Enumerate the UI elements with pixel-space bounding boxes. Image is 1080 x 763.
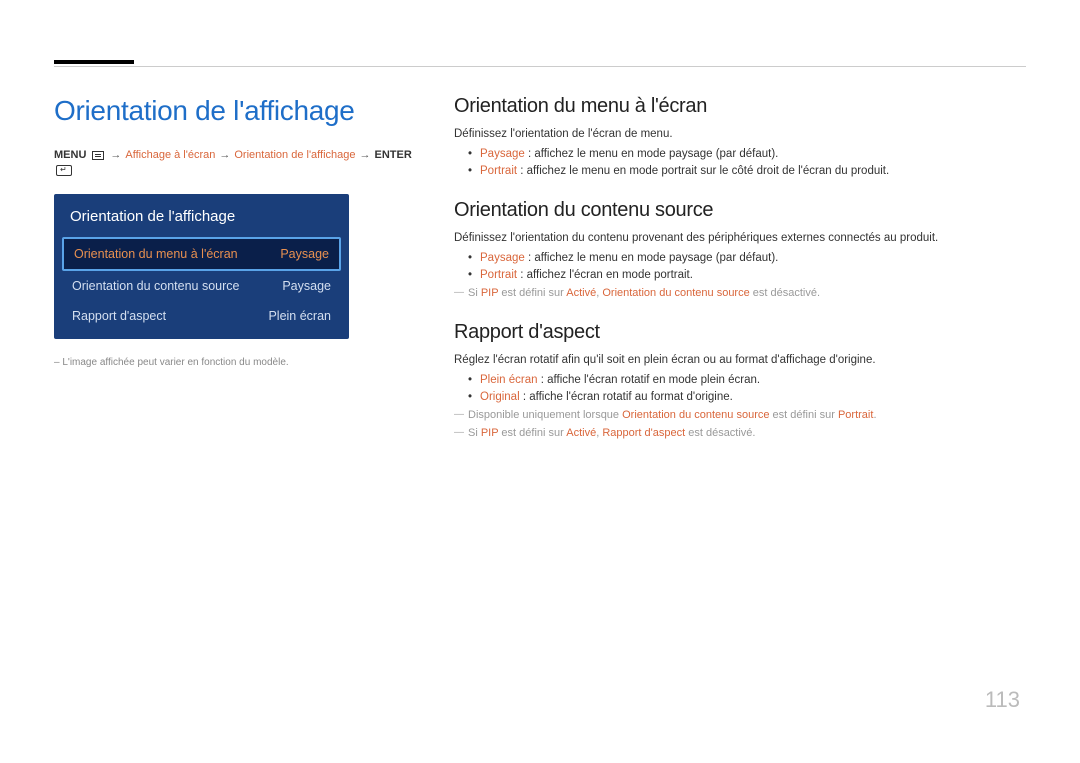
note-key: Rapport d'aspect bbox=[602, 427, 685, 439]
breadcrumb-arrow: → bbox=[110, 149, 121, 161]
osd-row-label: Rapport d'aspect bbox=[72, 309, 268, 323]
note-key: Portrait bbox=[838, 409, 873, 421]
breadcrumb-enter-label: ENTER bbox=[375, 149, 412, 161]
option-list: Paysage : affichez le menu en mode paysa… bbox=[454, 252, 1026, 281]
option-key: Paysage bbox=[480, 148, 525, 160]
option-text: : affichez l'écran en mode portrait. bbox=[517, 269, 693, 281]
section-title: Orientation du contenu source bbox=[454, 199, 1026, 222]
option-list: Paysage : affichez le menu en mode paysa… bbox=[454, 148, 1026, 177]
option-text: : affichez le menu en mode paysage (par … bbox=[525, 252, 779, 264]
osd-row-label: Orientation du menu à l'écran bbox=[74, 247, 280, 261]
option-item: Original : affiche l'écran rotatif au fo… bbox=[454, 391, 1026, 403]
header-accent-bar bbox=[54, 60, 134, 64]
osd-row-value: Paysage bbox=[280, 247, 329, 261]
note-text: . bbox=[873, 409, 876, 421]
osd-panel-title: Orientation de l'affichage bbox=[62, 202, 341, 237]
section-description: Réglez l'écran rotatif afin qu'il soit e… bbox=[454, 354, 1026, 366]
note-key: PIP bbox=[481, 427, 499, 439]
option-key: Portrait bbox=[480, 269, 517, 281]
osd-row-value: Paysage bbox=[282, 279, 331, 293]
breadcrumb-step-1: Affichage à l'écran bbox=[125, 149, 215, 161]
menu-icon bbox=[92, 151, 104, 160]
option-item: Paysage : affichez le menu en mode paysa… bbox=[454, 148, 1026, 160]
option-item: Portrait : affichez l'écran en mode port… bbox=[454, 269, 1026, 281]
note-text: est défini sur bbox=[498, 287, 566, 299]
page-content: Orientation de l'affichage MENU → Affich… bbox=[54, 95, 1026, 461]
osd-row-label: Orientation du contenu source bbox=[72, 279, 282, 293]
breadcrumb-menu-label: MENU bbox=[54, 149, 86, 161]
osd-row-selected[interactable]: Orientation du menu à l'écran Paysage bbox=[62, 237, 341, 271]
note-text: Si bbox=[468, 287, 481, 299]
enter-icon bbox=[56, 165, 72, 176]
note-key: Activé bbox=[566, 287, 596, 299]
note-text: Si bbox=[468, 427, 481, 439]
note-key: Activé bbox=[566, 427, 596, 439]
option-item: Paysage : affichez le menu en mode paysa… bbox=[454, 252, 1026, 264]
option-item: Plein écran : affiche l'écran rotatif en… bbox=[454, 374, 1026, 386]
osd-row-value: Plein écran bbox=[268, 309, 331, 323]
note-key: PIP bbox=[481, 287, 499, 299]
left-column: Orientation de l'affichage MENU → Affich… bbox=[54, 95, 414, 461]
note: Si PIP est défini sur Activé, Orientatio… bbox=[454, 287, 1026, 299]
section-description: Définissez l'orientation de l'écran de m… bbox=[454, 128, 1026, 140]
option-text: : affichez le menu en mode portrait sur … bbox=[517, 165, 889, 177]
osd-row[interactable]: Rapport d'aspect Plein écran bbox=[62, 301, 341, 331]
option-key: Paysage bbox=[480, 252, 525, 264]
note-text: est défini sur bbox=[769, 409, 837, 421]
option-key: Original bbox=[480, 391, 520, 403]
note: Si PIP est défini sur Activé, Rapport d'… bbox=[454, 427, 1026, 439]
breadcrumb-arrow: → bbox=[219, 149, 230, 161]
option-key: Portrait bbox=[480, 165, 517, 177]
note-text: Disponible uniquement lorsque bbox=[468, 409, 622, 421]
page-title: Orientation de l'affichage bbox=[54, 95, 414, 127]
note-text: est désactivé. bbox=[685, 427, 755, 439]
section-aspect-ratio: Rapport d'aspect Réglez l'écran rotatif … bbox=[454, 321, 1026, 439]
section-orientation-menu: Orientation du menu à l'écran Définissez… bbox=[454, 95, 1026, 177]
option-text: : affiche l'écran rotatif en mode plein … bbox=[538, 374, 761, 386]
option-text: : affiche l'écran rotatif au format d'or… bbox=[520, 391, 733, 403]
right-column: Orientation du menu à l'écran Définissez… bbox=[454, 95, 1026, 461]
note-key: Orientation du contenu source bbox=[622, 409, 769, 421]
option-item: Portrait : affichez le menu en mode port… bbox=[454, 165, 1026, 177]
breadcrumb-arrow: → bbox=[360, 149, 371, 161]
breadcrumb: MENU → Affichage à l'écran → Orientation… bbox=[54, 149, 414, 176]
page-number: 113 bbox=[985, 687, 1020, 713]
section-title: Orientation du menu à l'écran bbox=[454, 95, 1026, 118]
header-divider bbox=[54, 66, 1026, 67]
osd-row[interactable]: Orientation du contenu source Paysage bbox=[62, 271, 341, 301]
note-text: est désactivé. bbox=[750, 287, 820, 299]
option-list: Plein écran : affiche l'écran rotatif en… bbox=[454, 374, 1026, 403]
note: Disponible uniquement lorsque Orientatio… bbox=[454, 409, 1026, 421]
osd-panel: Orientation de l'affichage Orientation d… bbox=[54, 194, 349, 339]
option-key: Plein écran bbox=[480, 374, 538, 386]
note-key: Orientation du contenu source bbox=[602, 287, 749, 299]
section-description: Définissez l'orientation du contenu prov… bbox=[454, 232, 1026, 244]
option-text: : affichez le menu en mode paysage (par … bbox=[525, 148, 779, 160]
section-title: Rapport d'aspect bbox=[454, 321, 1026, 344]
breadcrumb-step-2: Orientation de l'affichage bbox=[234, 149, 355, 161]
image-disclaimer: L'image affichée peut varier en fonction… bbox=[54, 357, 414, 368]
note-text: est défini sur bbox=[498, 427, 566, 439]
section-orientation-source: Orientation du contenu source Définissez… bbox=[454, 199, 1026, 299]
